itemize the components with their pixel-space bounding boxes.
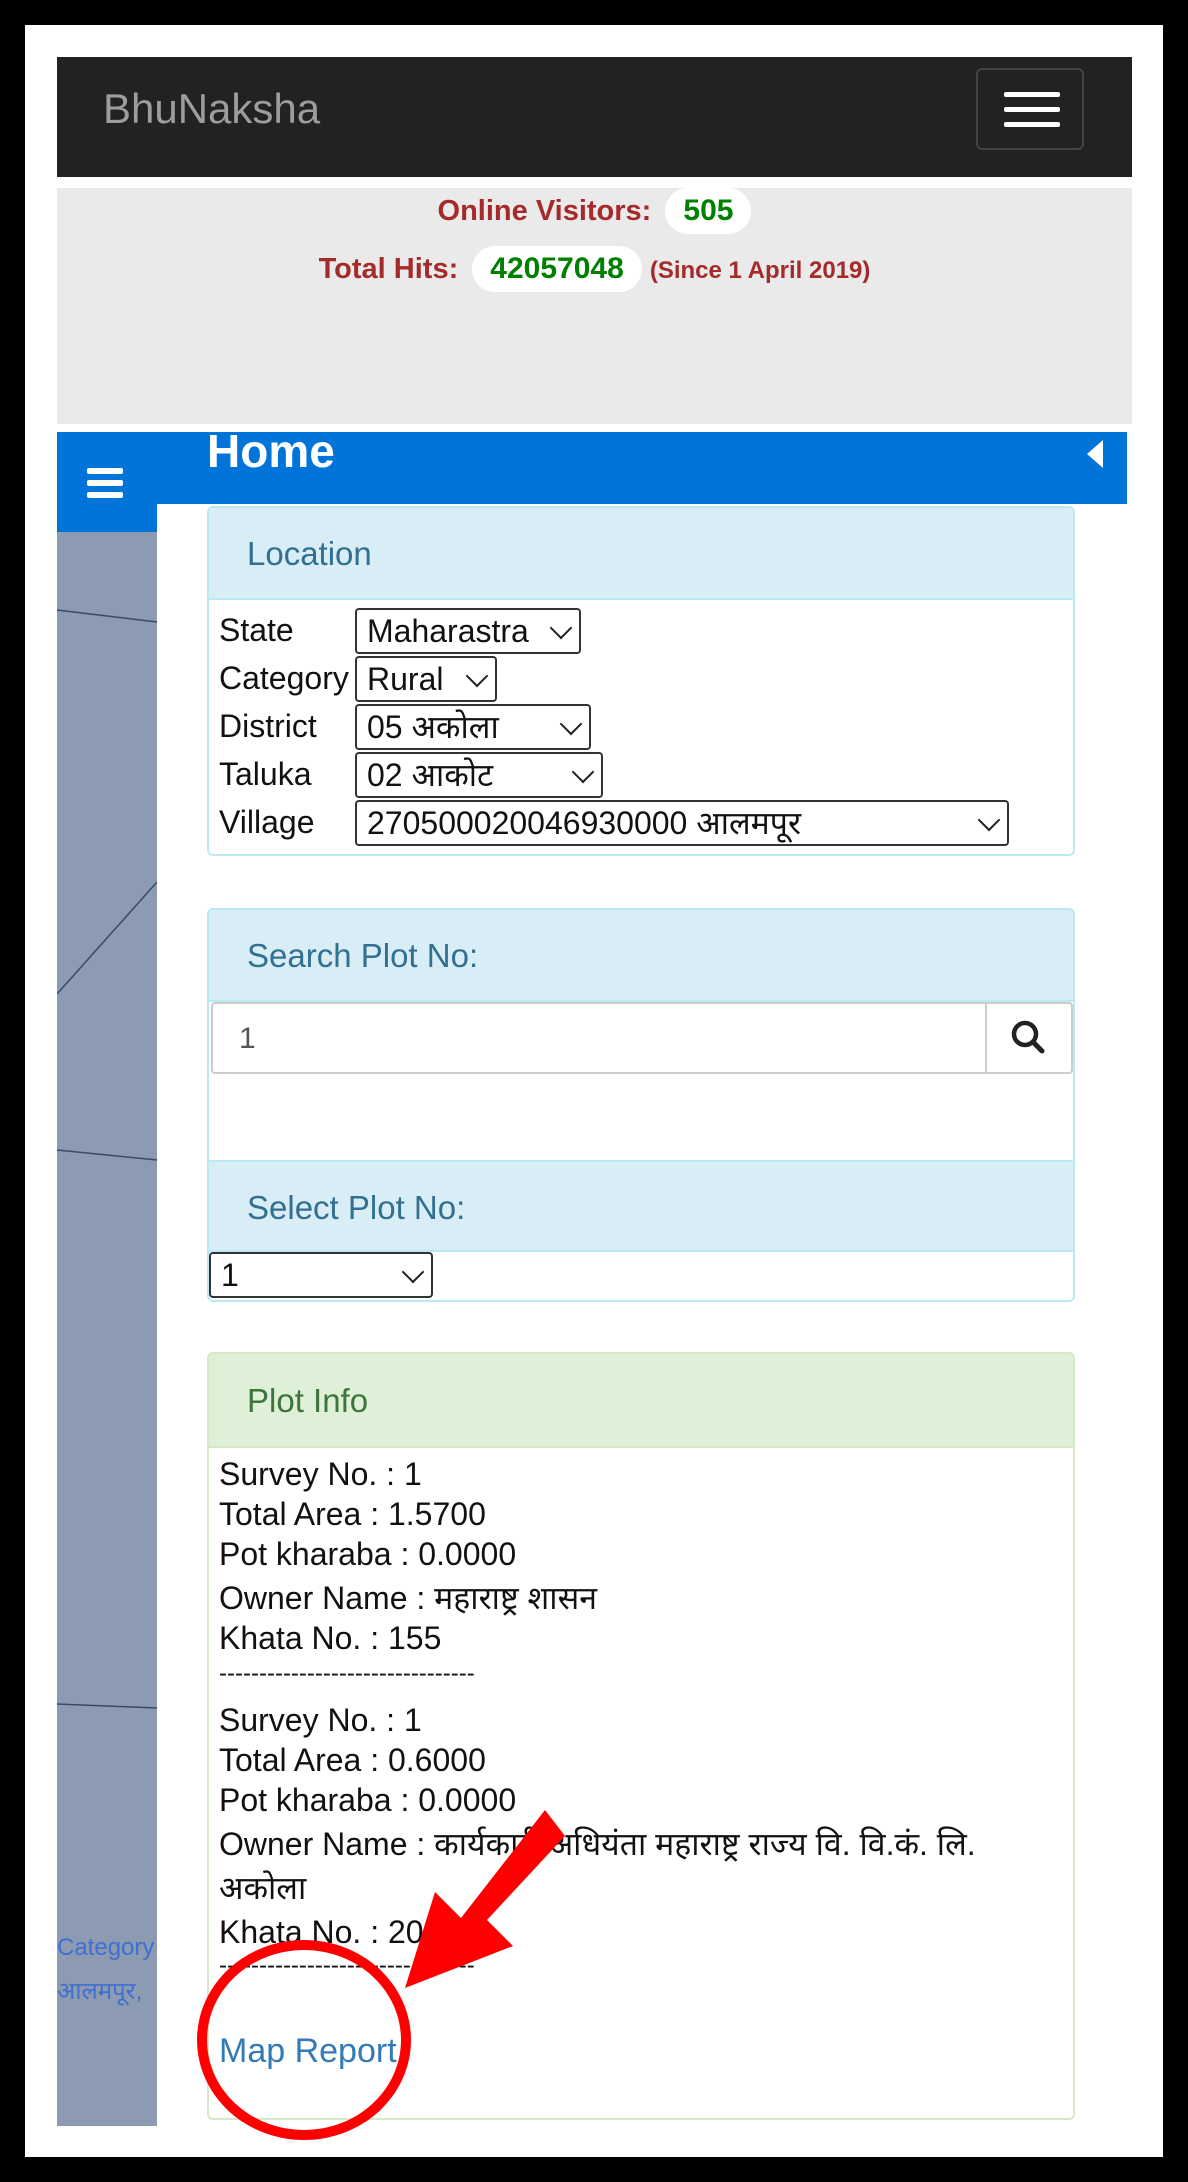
total-area: Total Area : 0.6000 [219, 1742, 486, 1778]
chevron-down-icon [559, 712, 583, 736]
category-label: Category [219, 660, 349, 696]
chevron-down-icon [571, 760, 595, 784]
page-title: Home [207, 425, 335, 477]
village-select[interactable]: 270500020046930000 आलमपूर [355, 800, 1009, 846]
taluka-select[interactable]: 02 आकोट [355, 752, 603, 798]
total-area: Total Area : 1.5700 [219, 1496, 486, 1532]
menu-bar-icon [87, 480, 123, 486]
online-visitors-count: 505 [665, 188, 752, 234]
search-button[interactable] [985, 1004, 1071, 1072]
hamburger-bar-icon [1004, 92, 1060, 97]
state-label: State [219, 612, 294, 648]
total-hits-row: Total Hits: 42057048 (Since 1 April 2019… [57, 246, 1132, 292]
state-select-value: Maharastra [367, 613, 529, 649]
khata-number: Khata No. : 155 [219, 1620, 442, 1656]
plot-search-input[interactable]: 1 [211, 1002, 1073, 1074]
menu-bar-icon [87, 468, 123, 474]
brand-logo[interactable]: BhuNaksha [103, 85, 320, 133]
owner-name: Owner Name : महाराष्ट्र शासन [219, 1580, 597, 1616]
category-select[interactable]: Rural [355, 656, 497, 702]
village-select-value: 270500020046930000 आलमपूर [367, 805, 802, 841]
chevron-down-icon [977, 808, 1001, 832]
search-plot-panel: Search Plot No: 1 Select Plot No: 1 [207, 908, 1075, 1302]
annotation-circle [197, 1940, 411, 2140]
nav-toggle-button[interactable] [976, 68, 1084, 150]
location-panel: Location State Maharastra Category Rural… [207, 506, 1075, 856]
chevron-down-icon [401, 1260, 425, 1284]
top-navbar: BhuNaksha [57, 57, 1132, 177]
visitor-stats: Online Visitors: 505 Total Hits: 4205704… [57, 188, 1132, 424]
select-plot-value: 1 [221, 1257, 239, 1293]
plot-search-value: 1 [239, 1022, 256, 1055]
location-heading: Location [209, 508, 1073, 600]
select-plot-dropdown[interactable]: 1 [209, 1252, 433, 1298]
since-date: (Since 1 April 2019) [649, 257, 871, 284]
village-label: Village [219, 804, 315, 840]
survey-number: Survey No. : 1 [219, 1702, 422, 1738]
category-select-value: Rural [367, 661, 444, 697]
annotation-arrow-icon [405, 1810, 565, 1988]
taluka-select-value: 02 आकोट [367, 757, 494, 793]
owner-name-continued: अकोला [219, 1870, 307, 1906]
district-label: District [219, 708, 317, 744]
menu-bar-icon [87, 492, 123, 498]
online-visitors-row: Online Visitors: 505 [57, 188, 1132, 234]
chevron-down-icon [465, 664, 489, 688]
map-label-category: Category [57, 1934, 155, 1961]
online-visitors-label: Online Visitors: [437, 195, 652, 227]
hamburger-bar-icon [1004, 107, 1060, 112]
owner-name: Owner Name : कार्यकारी अधियंता महाराष्ट्… [219, 1826, 976, 1862]
sidebar-menu-button[interactable] [57, 432, 157, 532]
plot-info-heading: Plot Info [209, 1354, 1073, 1448]
survey-number: Survey No. : 1 [219, 1456, 422, 1492]
hamburger-bar-icon [1004, 122, 1060, 127]
state-select[interactable]: Maharastra [355, 608, 581, 654]
map-label-village: आलमपूर, [57, 1978, 143, 2005]
district-select[interactable]: 05 अकोला [355, 704, 591, 750]
district-select-value: 05 अकोला [367, 709, 499, 745]
record-separator: -------------------------------- [219, 1660, 475, 1687]
total-hits-label: Total Hits: [318, 253, 459, 285]
pot-kharaba: Pot kharaba : 0.0000 [219, 1536, 517, 1572]
chevron-down-icon [549, 616, 573, 640]
collapse-panel-icon[interactable] [1087, 440, 1103, 468]
taluka-label: Taluka [219, 756, 312, 792]
select-plot-heading: Select Plot No: [209, 1160, 1073, 1252]
total-hits-count: 42057048 [472, 246, 642, 292]
search-icon [1011, 1020, 1045, 1054]
search-plot-heading: Search Plot No: [209, 910, 1073, 1002]
